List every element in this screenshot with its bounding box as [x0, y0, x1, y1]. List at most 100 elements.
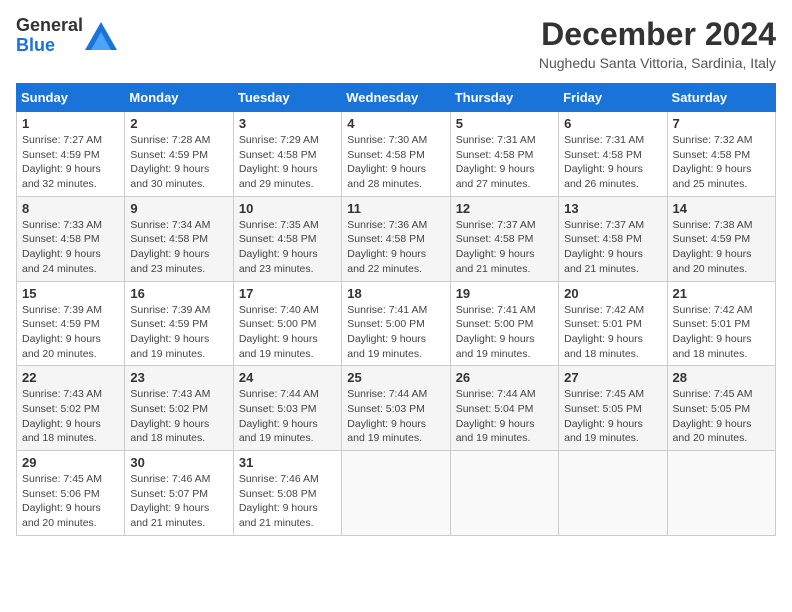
day-number: 9 [130, 201, 227, 216]
page-header: General Blue December 2024 Nughedu Santa… [16, 16, 776, 71]
day-info: Sunrise: 7:33 AM Sunset: 4:58 PM Dayligh… [22, 218, 119, 277]
calendar-header-thursday: Thursday [450, 84, 558, 112]
day-number: 12 [456, 201, 553, 216]
calendar-cell [559, 451, 667, 536]
day-number: 21 [673, 286, 770, 301]
month-title: December 2024 [539, 16, 776, 53]
day-info: Sunrise: 7:31 AM Sunset: 4:58 PM Dayligh… [564, 133, 661, 192]
day-number: 17 [239, 286, 336, 301]
day-info: Sunrise: 7:46 AM Sunset: 5:07 PM Dayligh… [130, 472, 227, 531]
day-number: 31 [239, 455, 336, 470]
day-info: Sunrise: 7:45 AM Sunset: 5:06 PM Dayligh… [22, 472, 119, 531]
day-info: Sunrise: 7:44 AM Sunset: 5:04 PM Dayligh… [456, 387, 553, 446]
day-number: 29 [22, 455, 119, 470]
logo-icon [85, 22, 117, 50]
day-info: Sunrise: 7:46 AM Sunset: 5:08 PM Dayligh… [239, 472, 336, 531]
day-info: Sunrise: 7:43 AM Sunset: 5:02 PM Dayligh… [130, 387, 227, 446]
calendar-header-sunday: Sunday [17, 84, 125, 112]
calendar-week-4: 22 Sunrise: 7:43 AM Sunset: 5:02 PM Dayl… [17, 366, 776, 451]
calendar-cell: 20 Sunrise: 7:42 AM Sunset: 5:01 PM Dayl… [559, 281, 667, 366]
day-number: 4 [347, 116, 444, 131]
day-info: Sunrise: 7:41 AM Sunset: 5:00 PM Dayligh… [347, 303, 444, 362]
calendar-cell: 27 Sunrise: 7:45 AM Sunset: 5:05 PM Dayl… [559, 366, 667, 451]
calendar-cell: 24 Sunrise: 7:44 AM Sunset: 5:03 PM Dayl… [233, 366, 341, 451]
day-info: Sunrise: 7:41 AM Sunset: 5:00 PM Dayligh… [456, 303, 553, 362]
calendar-header-wednesday: Wednesday [342, 84, 450, 112]
calendar-header-monday: Monday [125, 84, 233, 112]
day-number: 10 [239, 201, 336, 216]
calendar-cell: 8 Sunrise: 7:33 AM Sunset: 4:58 PM Dayli… [17, 196, 125, 281]
calendar-cell: 26 Sunrise: 7:44 AM Sunset: 5:04 PM Dayl… [450, 366, 558, 451]
day-number: 24 [239, 370, 336, 385]
day-info: Sunrise: 7:44 AM Sunset: 5:03 PM Dayligh… [347, 387, 444, 446]
calendar-cell: 31 Sunrise: 7:46 AM Sunset: 5:08 PM Dayl… [233, 451, 341, 536]
calendar-cell: 19 Sunrise: 7:41 AM Sunset: 5:00 PM Dayl… [450, 281, 558, 366]
day-info: Sunrise: 7:30 AM Sunset: 4:58 PM Dayligh… [347, 133, 444, 192]
day-number: 23 [130, 370, 227, 385]
day-info: Sunrise: 7:44 AM Sunset: 5:03 PM Dayligh… [239, 387, 336, 446]
day-info: Sunrise: 7:45 AM Sunset: 5:05 PM Dayligh… [564, 387, 661, 446]
day-number: 5 [456, 116, 553, 131]
logo-general: General [16, 15, 83, 35]
calendar-cell: 15 Sunrise: 7:39 AM Sunset: 4:59 PM Dayl… [17, 281, 125, 366]
day-number: 13 [564, 201, 661, 216]
day-info: Sunrise: 7:29 AM Sunset: 4:58 PM Dayligh… [239, 133, 336, 192]
calendar-cell: 28 Sunrise: 7:45 AM Sunset: 5:05 PM Dayl… [667, 366, 775, 451]
day-number: 2 [130, 116, 227, 131]
day-number: 25 [347, 370, 444, 385]
day-info: Sunrise: 7:28 AM Sunset: 4:59 PM Dayligh… [130, 133, 227, 192]
calendar-header-row: SundayMondayTuesdayWednesdayThursdayFrid… [17, 84, 776, 112]
day-number: 22 [22, 370, 119, 385]
calendar-cell: 7 Sunrise: 7:32 AM Sunset: 4:58 PM Dayli… [667, 112, 775, 197]
calendar-week-5: 29 Sunrise: 7:45 AM Sunset: 5:06 PM Dayl… [17, 451, 776, 536]
location: Nughedu Santa Vittoria, Sardinia, Italy [539, 55, 776, 71]
title-area: December 2024 Nughedu Santa Vittoria, Sa… [539, 16, 776, 71]
day-number: 28 [673, 370, 770, 385]
calendar-cell [667, 451, 775, 536]
day-info: Sunrise: 7:42 AM Sunset: 5:01 PM Dayligh… [564, 303, 661, 362]
calendar-cell: 2 Sunrise: 7:28 AM Sunset: 4:59 PM Dayli… [125, 112, 233, 197]
calendar-header-friday: Friday [559, 84, 667, 112]
calendar-cell: 4 Sunrise: 7:30 AM Sunset: 4:58 PM Dayli… [342, 112, 450, 197]
day-info: Sunrise: 7:35 AM Sunset: 4:58 PM Dayligh… [239, 218, 336, 277]
calendar-cell: 14 Sunrise: 7:38 AM Sunset: 4:59 PM Dayl… [667, 196, 775, 281]
calendar-cell: 21 Sunrise: 7:42 AM Sunset: 5:01 PM Dayl… [667, 281, 775, 366]
calendar-header-saturday: Saturday [667, 84, 775, 112]
logo: General Blue [16, 16, 117, 56]
calendar-cell: 9 Sunrise: 7:34 AM Sunset: 4:58 PM Dayli… [125, 196, 233, 281]
day-number: 8 [22, 201, 119, 216]
calendar-cell [342, 451, 450, 536]
calendar-cell: 1 Sunrise: 7:27 AM Sunset: 4:59 PM Dayli… [17, 112, 125, 197]
calendar-cell [450, 451, 558, 536]
calendar-cell: 10 Sunrise: 7:35 AM Sunset: 4:58 PM Dayl… [233, 196, 341, 281]
calendar-cell: 6 Sunrise: 7:31 AM Sunset: 4:58 PM Dayli… [559, 112, 667, 197]
day-info: Sunrise: 7:43 AM Sunset: 5:02 PM Dayligh… [22, 387, 119, 446]
day-info: Sunrise: 7:45 AM Sunset: 5:05 PM Dayligh… [673, 387, 770, 446]
day-number: 30 [130, 455, 227, 470]
day-number: 3 [239, 116, 336, 131]
logo-blue: Blue [16, 35, 55, 55]
calendar-cell: 12 Sunrise: 7:37 AM Sunset: 4:58 PM Dayl… [450, 196, 558, 281]
day-info: Sunrise: 7:40 AM Sunset: 5:00 PM Dayligh… [239, 303, 336, 362]
day-number: 7 [673, 116, 770, 131]
calendar-week-3: 15 Sunrise: 7:39 AM Sunset: 4:59 PM Dayl… [17, 281, 776, 366]
calendar-cell: 29 Sunrise: 7:45 AM Sunset: 5:06 PM Dayl… [17, 451, 125, 536]
calendar-cell: 25 Sunrise: 7:44 AM Sunset: 5:03 PM Dayl… [342, 366, 450, 451]
calendar-cell: 3 Sunrise: 7:29 AM Sunset: 4:58 PM Dayli… [233, 112, 341, 197]
day-info: Sunrise: 7:32 AM Sunset: 4:58 PM Dayligh… [673, 133, 770, 192]
day-number: 6 [564, 116, 661, 131]
calendar-cell: 30 Sunrise: 7:46 AM Sunset: 5:07 PM Dayl… [125, 451, 233, 536]
day-number: 1 [22, 116, 119, 131]
calendar-week-1: 1 Sunrise: 7:27 AM Sunset: 4:59 PM Dayli… [17, 112, 776, 197]
calendar-table: SundayMondayTuesdayWednesdayThursdayFrid… [16, 83, 776, 536]
calendar-week-2: 8 Sunrise: 7:33 AM Sunset: 4:58 PM Dayli… [17, 196, 776, 281]
day-info: Sunrise: 7:37 AM Sunset: 4:58 PM Dayligh… [564, 218, 661, 277]
calendar-cell: 5 Sunrise: 7:31 AM Sunset: 4:58 PM Dayli… [450, 112, 558, 197]
calendar-cell: 16 Sunrise: 7:39 AM Sunset: 4:59 PM Dayl… [125, 281, 233, 366]
calendar-cell: 22 Sunrise: 7:43 AM Sunset: 5:02 PM Dayl… [17, 366, 125, 451]
day-number: 26 [456, 370, 553, 385]
day-info: Sunrise: 7:36 AM Sunset: 4:58 PM Dayligh… [347, 218, 444, 277]
day-number: 11 [347, 201, 444, 216]
day-info: Sunrise: 7:34 AM Sunset: 4:58 PM Dayligh… [130, 218, 227, 277]
day-info: Sunrise: 7:38 AM Sunset: 4:59 PM Dayligh… [673, 218, 770, 277]
